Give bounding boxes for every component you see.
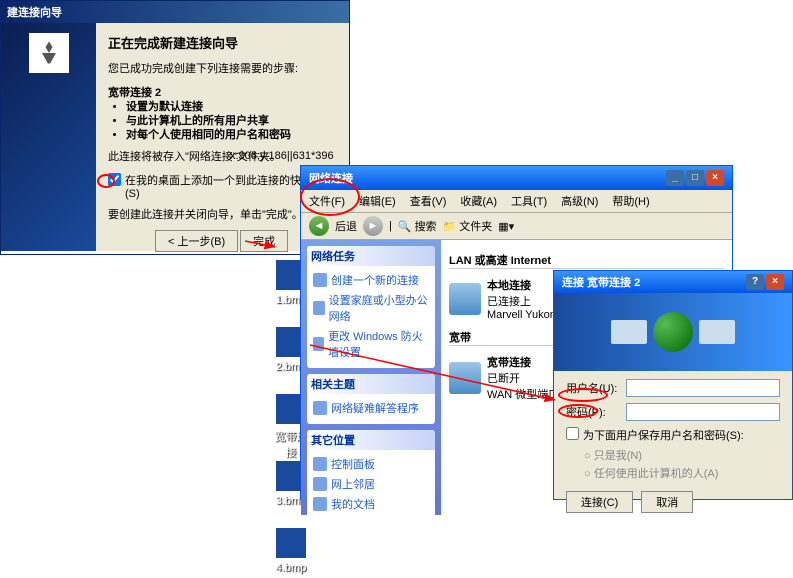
dial-banner-graphic xyxy=(554,293,792,371)
handshake-icon xyxy=(29,33,69,73)
wizard-bullet: 设置为默认连接 xyxy=(126,100,337,114)
sidebar-heading: 网络任务 xyxy=(307,246,435,266)
wizard-window: 建连接向导 正在完成新建连接向导 您已成功完成创建下列连接需要的步骤: 宽带连接… xyxy=(0,0,350,255)
dial-help-button[interactable]: ? xyxy=(746,274,764,290)
firewall-icon xyxy=(313,337,324,351)
folders-button[interactable]: 📁文件夹 xyxy=(443,218,493,234)
sidebar-other-places: 其它位置 控制面板 网上邻居 我的文档 我的电脑 xyxy=(307,430,435,515)
new-connection-icon xyxy=(313,273,327,287)
coordinate-text: x:306;y:186||631*396 xyxy=(230,150,334,162)
menu-tools[interactable]: 工具(T) xyxy=(511,193,547,209)
close-button[interactable]: × xyxy=(706,170,724,186)
menu-edit[interactable]: 编辑(E) xyxy=(359,193,396,209)
documents-icon xyxy=(313,497,327,511)
dial-titlebar: 连接 宽带连接 2 ?× xyxy=(554,271,792,293)
sidebar-network-tasks: 网络任务 创建一个新的连接 设置家庭或小型办公网络 更改 Windows 防火墙… xyxy=(307,246,435,368)
network-setup-icon xyxy=(313,301,325,315)
connect-button[interactable]: 连接(C) xyxy=(566,491,633,513)
explorer-titlebar: 网络连接 _□× xyxy=(301,166,732,190)
maximize-button[interactable]: □ xyxy=(686,170,704,186)
wizard-titlebar: 建连接向导 xyxy=(1,1,349,23)
back-button[interactable]: ◄ xyxy=(309,216,329,236)
username-label: 用户名(U): xyxy=(566,380,622,396)
menu-help[interactable]: 帮助(H) xyxy=(612,193,649,209)
wizard-conn-name: 宽带连接 2 xyxy=(108,84,337,100)
sidebar-other-network-places[interactable]: 网上邻居 xyxy=(313,474,429,494)
broadband-icon xyxy=(449,362,481,394)
sidebar-task-setup-network[interactable]: 设置家庭或小型办公网络 xyxy=(313,290,429,326)
menu-advanced[interactable]: 高级(N) xyxy=(561,193,598,209)
wizard-shortcut-checkbox[interactable] xyxy=(108,173,121,186)
search-button[interactable]: 🔍搜索 xyxy=(398,218,437,234)
save-credentials-checkbox[interactable] xyxy=(566,427,579,440)
sidebar-task-new-conn[interactable]: 创建一个新的连接 xyxy=(313,270,429,290)
menu-favorites[interactable]: 收藏(A) xyxy=(460,193,497,209)
wizard-heading: 正在完成新建连接向导 xyxy=(108,33,337,52)
folder-icon: 📁 xyxy=(443,220,457,233)
wizard-bullet: 与此计算机上的所有用户共享 xyxy=(126,114,337,128)
views-icon[interactable]: ▦▾ xyxy=(498,220,514,233)
password-input[interactable] xyxy=(626,403,780,421)
radio-anyone: ○ 任何使用此计算机的人(A) xyxy=(584,465,780,481)
control-panel-icon xyxy=(313,457,327,471)
dial-close-button[interactable]: × xyxy=(766,274,784,290)
save-credentials-label: 为下面用户保存用户名和密码(S): xyxy=(583,427,744,443)
menu-view[interactable]: 查看(V) xyxy=(410,193,447,209)
sidebar-related-troubleshoot[interactable]: 网络疑难解答程序 xyxy=(313,398,429,418)
sidebar-task-firewall[interactable]: 更改 Windows 防火墙设置 xyxy=(313,326,429,362)
wizard-bullet: 对每个人使用相同的用户名和密码 xyxy=(126,128,337,142)
help-icon xyxy=(313,401,327,415)
sidebar-other-my-documents[interactable]: 我的文档 xyxy=(313,494,429,514)
wizard-finish-button[interactable]: 完成 xyxy=(240,230,288,252)
wizard-sidebar-graphic xyxy=(1,23,96,251)
explorer-menubar: 文件(F) 编辑(E) 查看(V) 收藏(A) 工具(T) 高级(N) 帮助(H… xyxy=(301,190,732,213)
wizard-intro: 您已成功完成创建下列连接需要的步骤: xyxy=(108,62,337,76)
forward-button[interactable]: ► xyxy=(363,216,383,236)
minimize-button[interactable]: _ xyxy=(666,170,684,186)
back-label[interactable]: 后退 xyxy=(335,218,357,234)
desktop-icon[interactable]: 4.bmp xyxy=(271,526,311,578)
dial-dialog: 连接 宽带连接 2 ?× 用户名(U): 密码(P): 为下面用户保存用户名和密… xyxy=(553,270,793,500)
sidebar-heading: 其它位置 xyxy=(307,430,435,450)
sidebar-other-my-computer[interactable]: 我的电脑 xyxy=(313,514,429,515)
sidebar-heading: 相关主题 xyxy=(307,374,435,394)
section-lan: LAN 或高速 Internet xyxy=(449,252,724,269)
sidebar-other-control-panel[interactable]: 控制面板 xyxy=(313,454,429,474)
search-icon: 🔍 xyxy=(398,220,412,233)
network-places-icon xyxy=(313,477,327,491)
wizard-back-button[interactable]: < 上一步(B) xyxy=(155,230,238,252)
explorer-toolbar: ◄ 后退 ► | 🔍搜索 📁文件夹 ▦▾ xyxy=(301,213,732,240)
cancel-button[interactable]: 取消 xyxy=(641,491,693,513)
username-input[interactable] xyxy=(626,379,780,397)
menu-file[interactable]: 文件(F) xyxy=(309,193,345,209)
lan-icon xyxy=(449,283,481,315)
password-label: 密码(P): xyxy=(566,404,622,420)
sidebar-related: 相关主题 网络疑难解答程序 xyxy=(307,374,435,424)
explorer-sidebar: 网络任务 创建一个新的连接 设置家庭或小型办公网络 更改 Windows 防火墙… xyxy=(301,240,441,515)
radio-only-me: ○ 只是我(N) xyxy=(584,447,780,463)
